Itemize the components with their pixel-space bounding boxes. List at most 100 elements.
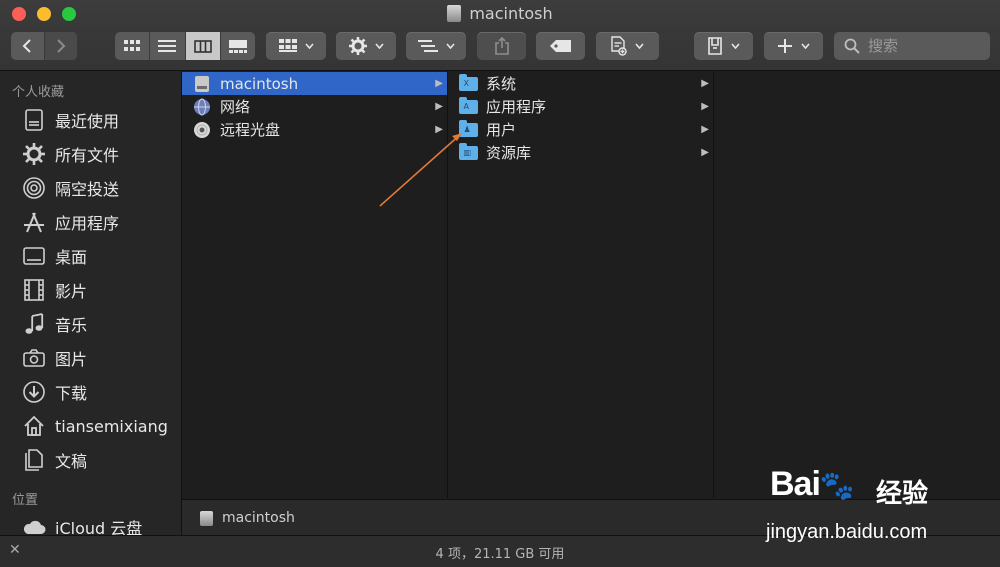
group-by-button[interactable] bbox=[266, 32, 326, 60]
sidebar-item-icloud-drive[interactable]: iCloud 云盘 bbox=[22, 514, 142, 535]
disk-icon bbox=[192, 75, 212, 93]
sidebar-item-airdrop[interactable]: 隔空投送 bbox=[22, 175, 119, 201]
plus-icon bbox=[778, 39, 792, 53]
column-item-macintosh[interactable]: macintosh ▶ bbox=[182, 72, 447, 95]
search-field[interactable] bbox=[834, 32, 990, 60]
column-item-label: 资源库 bbox=[486, 144, 532, 162]
arrange-button[interactable] bbox=[406, 32, 466, 60]
sidebar-item-pictures[interactable]: 图片 bbox=[22, 345, 87, 371]
watermark-brand: Bai🐾 bbox=[770, 465, 855, 504]
camera-icon bbox=[22, 347, 46, 369]
cd-icon bbox=[192, 121, 212, 139]
column-item-label: 远程光盘 bbox=[220, 121, 281, 139]
forward-button[interactable] bbox=[44, 32, 77, 60]
column-item-users[interactable]: ♟ 用户 ▶ bbox=[448, 118, 713, 141]
share-icon bbox=[494, 37, 509, 55]
disclosure-arrow-icon: ▶ bbox=[701, 101, 709, 112]
column-item-label: 网络 bbox=[220, 98, 251, 116]
sidebar-item-label: tiansemixiang bbox=[55, 416, 168, 436]
sidebar-item-recents[interactable]: 最近使用 bbox=[22, 107, 119, 133]
disclosure-arrow-icon: ▶ bbox=[701, 124, 709, 135]
sidebar-item-label: 文稿 bbox=[55, 452, 88, 471]
sidebar-section-locations: 位置 bbox=[12, 493, 39, 508]
chevron-down-icon bbox=[635, 43, 644, 49]
gear-icon bbox=[22, 143, 46, 165]
back-forward-control bbox=[11, 32, 77, 60]
watermark-brand-text: Bai bbox=[770, 465, 821, 503]
network-icon bbox=[192, 98, 212, 116]
sidebar-item-label: iCloud 云盘 bbox=[55, 519, 143, 535]
share-button[interactable] bbox=[477, 32, 526, 60]
gallery-view-button[interactable] bbox=[221, 32, 255, 60]
watermark-brand-cn: 经验 bbox=[876, 479, 929, 509]
chevron-down-icon bbox=[445, 43, 455, 49]
column-item-system[interactable]: X 系统 ▶ bbox=[448, 72, 713, 95]
sidebar-item-label: 影片 bbox=[55, 282, 88, 301]
list-view-icon bbox=[158, 40, 177, 52]
title-bar: macintosh bbox=[0, 0, 1000, 71]
column-view-icon bbox=[193, 39, 212, 53]
column-item-remote-disc[interactable]: 远程光盘 ▶ bbox=[182, 118, 447, 141]
sidebar: 个人收藏 最近使用 所有文件 隔空投送 应用程序 桌面 影片 音乐 图片 下载 … bbox=[0, 71, 182, 535]
add-button[interactable] bbox=[764, 32, 823, 60]
sidebar-section-favorites: 个人收藏 bbox=[12, 85, 65, 100]
sidebar-item-label: 所有文件 bbox=[55, 146, 120, 165]
action-button[interactable] bbox=[336, 32, 396, 60]
new-document-button[interactable] bbox=[596, 32, 659, 60]
film-icon bbox=[22, 279, 46, 301]
sidebar-item-all-files[interactable]: 所有文件 bbox=[22, 141, 119, 167]
tag-icon bbox=[549, 40, 571, 52]
library-folder-icon: ▥ bbox=[458, 142, 478, 162]
sidebar-item-movies[interactable]: 影片 bbox=[22, 277, 87, 303]
icon-view-icon bbox=[124, 40, 141, 51]
chevron-right-icon bbox=[57, 39, 66, 53]
disclosure-arrow-icon: ▶ bbox=[435, 78, 443, 89]
disclosure-arrow-icon: ▶ bbox=[701, 147, 709, 158]
music-icon bbox=[22, 313, 46, 335]
download-icon bbox=[22, 381, 46, 403]
column-item-label: 系统 bbox=[486, 75, 517, 93]
sidebar-item-label: 桌面 bbox=[55, 248, 88, 267]
desktop-icon bbox=[22, 245, 46, 267]
sidebar-item-music[interactable]: 音乐 bbox=[22, 311, 87, 337]
document-add-icon bbox=[611, 36, 627, 56]
column-item-label: 用户 bbox=[486, 121, 517, 139]
sidebar-item-label: 音乐 bbox=[55, 316, 88, 335]
icon-view-button[interactable] bbox=[115, 32, 151, 60]
back-button[interactable] bbox=[11, 32, 45, 60]
sidebar-item-downloads[interactable]: 下载 bbox=[22, 379, 87, 405]
archive-button[interactable] bbox=[694, 32, 753, 60]
home-icon bbox=[22, 415, 46, 437]
sidebar-item-home[interactable]: tiansemixiang bbox=[22, 413, 168, 439]
disk-icon bbox=[447, 5, 462, 22]
documents-icon bbox=[22, 449, 46, 471]
sidebar-item-applications[interactable]: 应用程序 bbox=[22, 209, 119, 235]
sidebar-item-documents[interactable]: 文稿 bbox=[22, 447, 87, 473]
applications-folder-icon: A bbox=[458, 96, 478, 116]
cloud-icon bbox=[22, 516, 46, 535]
archive-icon bbox=[708, 37, 722, 55]
column-item-applications[interactable]: A 应用程序 ▶ bbox=[448, 95, 713, 118]
chevron-left-icon bbox=[22, 39, 31, 53]
path-bar-item[interactable]: macintosh bbox=[222, 510, 295, 526]
sidebar-item-label: 隔空投送 bbox=[55, 180, 120, 199]
browser-column-1: macintosh ▶ 网络 ▶ 远程光盘 ▶ bbox=[182, 71, 448, 498]
sidebar-item-desktop[interactable]: 桌面 bbox=[22, 243, 87, 269]
gallery-view-icon bbox=[228, 39, 247, 53]
paw-icon: 🐾 bbox=[819, 470, 855, 501]
column-item-network[interactable]: 网络 ▶ bbox=[182, 95, 447, 118]
column-item-library[interactable]: ▥ 资源库 ▶ bbox=[448, 141, 713, 164]
baidu-watermark: Bai🐾 经验 jingyan.baidu.com bbox=[766, 455, 966, 555]
search-input[interactable] bbox=[866, 36, 980, 56]
gear-icon bbox=[348, 37, 367, 55]
disclosure-arrow-icon: ▶ bbox=[435, 124, 443, 135]
window-title-text: macintosh bbox=[469, 4, 553, 23]
tag-button[interactable] bbox=[536, 32, 585, 60]
sidebar-item-label: 应用程序 bbox=[55, 214, 120, 233]
list-view-button[interactable] bbox=[150, 32, 186, 60]
chevron-down-icon bbox=[304, 43, 314, 49]
column-view-button[interactable] bbox=[185, 32, 221, 60]
search-icon bbox=[844, 38, 860, 54]
users-folder-icon: ♟ bbox=[458, 119, 478, 139]
chevron-down-icon bbox=[801, 43, 810, 49]
